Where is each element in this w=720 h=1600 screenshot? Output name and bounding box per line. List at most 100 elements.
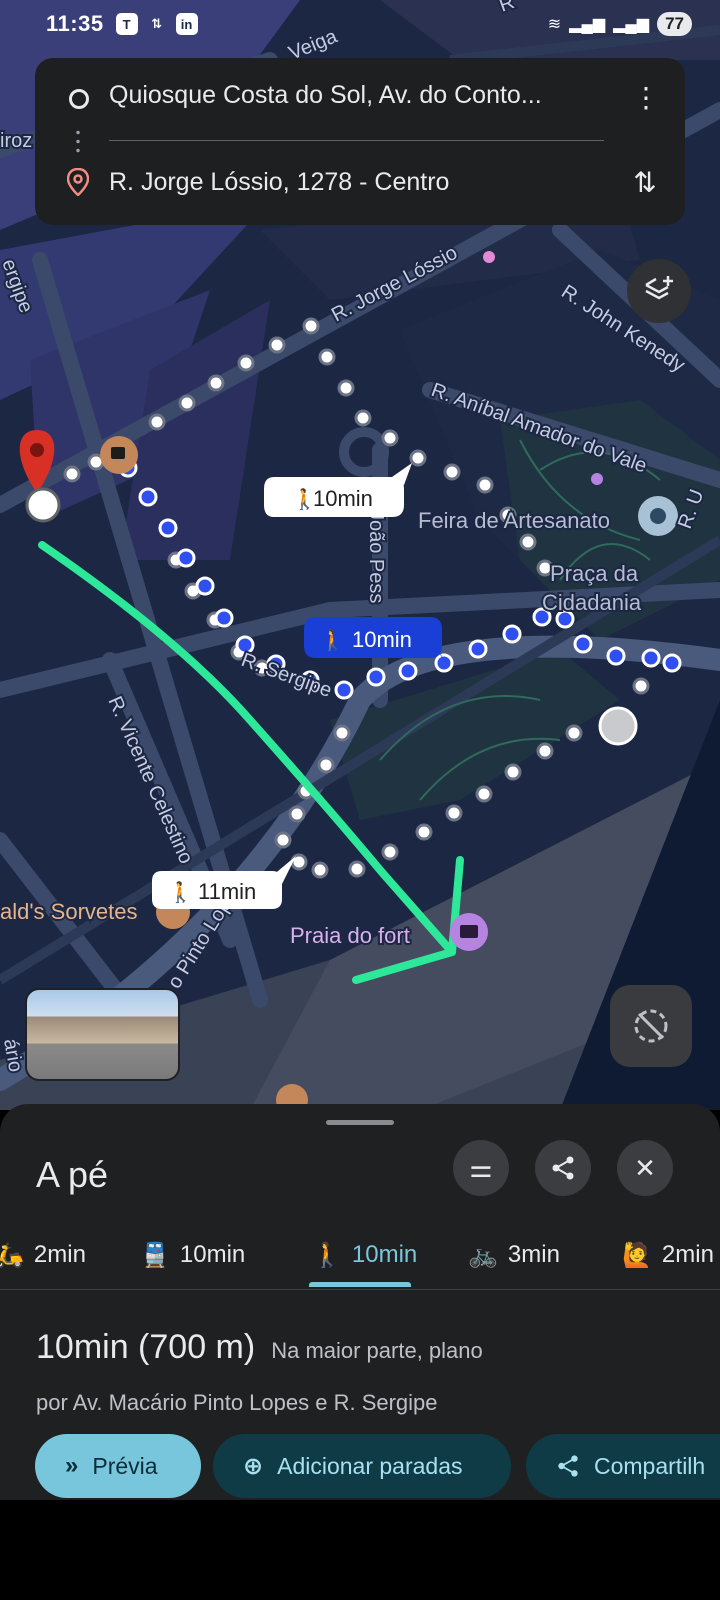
route-dot <box>138 487 158 507</box>
directions-sheet: A pé ⚌ ✕ 🛵 2min 🚆 10min 🚶 10min 🚲 3min 🙋… <box>0 1104 720 1504</box>
status-time: 11:35 <box>46 11 104 36</box>
route-dot <box>641 648 661 668</box>
place-label: Praia do fort <box>290 923 410 948</box>
route-dot <box>317 756 335 774</box>
wifi-5-icon: ≋ <box>547 16 562 33</box>
route-summary[interactable]: 10min (700 m) Na maior parte, plano <box>36 1328 483 1367</box>
route-dot <box>445 804 463 822</box>
origin-point[interactable] <box>25 487 61 523</box>
origin-circle-icon <box>69 89 89 109</box>
svg-text:🚶: 🚶 <box>320 628 345 652</box>
street-view-thumbnail[interactable] <box>25 988 180 1081</box>
route-dot <box>148 413 166 431</box>
swap-icon[interactable]: ⇅ <box>625 163 665 203</box>
alt-endpoint[interactable] <box>598 706 638 746</box>
route-dot <box>274 831 292 849</box>
svg-text:🚶: 🚶 <box>168 880 193 904</box>
route-dot <box>158 518 178 538</box>
place-label: Cidadania <box>542 590 642 615</box>
route-dot <box>334 680 354 700</box>
route-dot <box>290 853 308 871</box>
signal-icon: ▂▄▆ <box>569 16 606 33</box>
tab-walk[interactable]: 🚶 10min <box>312 1222 417 1288</box>
walk-icon: 🚶 <box>312 1241 342 1269</box>
bike-icon: 🚲 <box>468 1241 498 1269</box>
close-button[interactable]: ✕ <box>617 1140 673 1196</box>
add-stops-label: Adicionar paradas <box>277 1452 463 1479</box>
directions-card: Quiosque Costa do Sol, Av. do Conto... ⋮… <box>35 58 685 225</box>
route-dot <box>504 763 522 781</box>
route-dot <box>302 317 320 335</box>
tab-motorcycle[interactable]: 🛵 2min <box>0 1222 86 1288</box>
share-route-button[interactable]: Compartilh <box>526 1434 720 1498</box>
close-icon: ✕ <box>634 1152 656 1183</box>
street-label: iroz <box>0 130 32 152</box>
route-dot <box>366 667 386 687</box>
share-button[interactable] <box>535 1140 591 1196</box>
route-dot <box>318 348 336 366</box>
poi-dot <box>591 473 603 485</box>
tab-label: 10min <box>179 1241 246 1268</box>
layers-button[interactable] <box>627 259 691 323</box>
route-dot <box>237 354 255 372</box>
route-dot <box>214 608 234 628</box>
route-dot <box>337 379 355 397</box>
location-tracking-button[interactable] <box>610 985 692 1067</box>
route-dot <box>434 653 454 673</box>
double-chevron-icon: » <box>65 1452 79 1479</box>
location-marker-icon[interactable] <box>638 496 678 536</box>
route-dot <box>398 661 418 681</box>
tab-label: 3min <box>507 1241 560 1268</box>
options-button[interactable]: ⚌ <box>453 1140 509 1196</box>
ab-icon: ⇅ <box>151 16 163 31</box>
drag-handle[interactable] <box>326 1120 394 1125</box>
cafe-icon[interactable] <box>100 436 138 474</box>
route-dot <box>662 653 682 673</box>
route-dot <box>519 533 537 551</box>
route-dot <box>288 805 306 823</box>
street-label: João Pess <box>365 510 387 603</box>
battery-indicator: 77 <box>657 12 692 36</box>
preview-button[interactable]: » Prévia <box>35 1434 201 1498</box>
route-dot <box>354 409 372 427</box>
poi-dot <box>483 251 495 263</box>
tab-transit[interactable]: 🚆 10min <box>140 1222 245 1288</box>
linkedin-icon: in <box>175 13 198 35</box>
destination-field[interactable]: R. Jorge Lóssio, 1278 - Centro <box>109 168 449 197</box>
route-dot <box>443 463 461 481</box>
tab-ride[interactable]: 🙋 2min <box>622 1222 714 1288</box>
travel-mode-title: A pé <box>36 1154 109 1195</box>
share-icon <box>552 1156 574 1180</box>
tab-label: 10min <box>351 1241 418 1268</box>
divider <box>0 1289 720 1290</box>
destination-pin-icon <box>67 168 89 196</box>
route-dot <box>381 429 399 447</box>
more-options-button[interactable]: ⋮ <box>631 80 661 116</box>
share-route-label: Compartilh <box>594 1452 706 1479</box>
travel-mode-tabs: 🛵 2min 🚆 10min 🚶 10min 🚲 3min 🙋 2min <box>0 1222 720 1288</box>
ride-icon: 🙋 <box>622 1241 652 1269</box>
route-dot <box>176 548 196 568</box>
route-dot <box>573 634 593 654</box>
camera-icon[interactable] <box>450 913 488 951</box>
origin-field[interactable]: Quiosque Costa do Sol, Av. do Conto... <box>109 81 542 110</box>
svg-text:10min: 10min <box>352 627 412 652</box>
route-dot <box>333 724 351 742</box>
route-dot <box>268 336 286 354</box>
svg-text:11min: 11min <box>198 879 256 904</box>
active-tab-indicator <box>309 1282 411 1287</box>
tab-bike[interactable]: 🚲 3min <box>468 1222 560 1288</box>
route-dot <box>468 639 488 659</box>
route-dot <box>606 646 626 666</box>
route-dot <box>63 465 81 483</box>
share-icon <box>558 1455 578 1477</box>
route-dot <box>207 374 225 392</box>
add-location-icon: ⊕ <box>243 1452 264 1480</box>
svg-text:10min: 10min <box>313 486 373 511</box>
route-dots-icon <box>76 128 80 154</box>
system-nav-bar <box>0 1500 720 1600</box>
route-via: por Av. Macário Pinto Lopes e R. Sergipe <box>36 1390 438 1415</box>
location-off-icon <box>634 1009 668 1043</box>
tasks-icon: T <box>115 13 138 35</box>
add-stops-button[interactable]: ⊕ Adicionar paradas <box>213 1434 511 1498</box>
